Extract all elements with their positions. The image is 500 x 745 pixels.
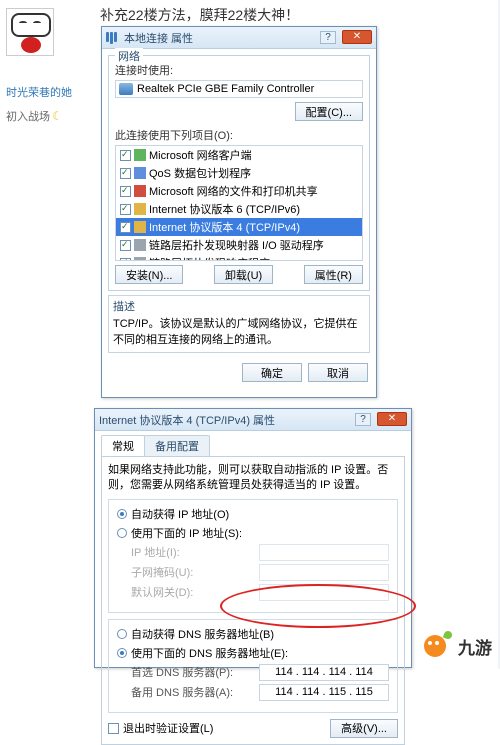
tab-network[interactable]: 网络 — [115, 48, 143, 64]
share-icon — [134, 185, 146, 197]
close-icon[interactable]: ✕ — [377, 412, 407, 426]
help-icon[interactable]: ? — [320, 31, 336, 44]
dlg2-title: Internet 协议版本 4 (TCP/IPv4) 属性 — [99, 412, 275, 428]
checkbox-icon[interactable] — [120, 240, 131, 251]
gateway-label: 默认网关(D): — [131, 584, 193, 600]
uninstall-button[interactable]: 卸载(U) — [214, 265, 273, 284]
ipv4-properties-dialog: Internet 协议版本 4 (TCP/IPv4) 属性 ? ✕ 常规 备用配… — [94, 408, 412, 668]
tab-general[interactable]: 常规 — [101, 435, 145, 456]
manual-dns-radio[interactable]: 使用下面的 DNS 服务器地址(E): — [117, 645, 389, 661]
tab-alternate[interactable]: 备用配置 — [144, 435, 210, 456]
connect-label: 连接时使用: — [115, 62, 363, 78]
list-item[interactable]: Internet 协议版本 6 (TCP/IPv6) — [116, 200, 362, 218]
list-item[interactable]: 链路层拓扑发现响应程序 — [116, 254, 362, 261]
radio-icon[interactable] — [117, 648, 127, 658]
ipv6-icon — [134, 203, 146, 215]
desc-title: 描述 — [113, 300, 365, 315]
ip-addr-field — [259, 544, 389, 561]
lltd-icon — [134, 257, 146, 261]
checkbox-icon[interactable] — [120, 150, 131, 161]
description-box: 描述 TCP/IP。该协议是默认的广域网络协议，它提供在不同的相互连接的网络上的… — [108, 295, 370, 353]
list-item[interactable]: 链路层拓扑发现映射器 I/O 驱动程序 — [116, 236, 362, 254]
connection-icon — [106, 32, 120, 44]
help-icon[interactable]: ? — [355, 413, 371, 426]
install-button[interactable]: 安装(N)... — [115, 265, 183, 284]
list-item[interactable]: Microsoft 网络的文件和打印机共享 — [116, 182, 362, 200]
device-name: Realtek PCIe GBE Family Controller — [137, 83, 314, 95]
radio-icon[interactable] — [117, 509, 127, 519]
username-link[interactable]: 时光荣巷的她 — [6, 84, 86, 100]
lltd-icon — [134, 239, 146, 251]
checkbox-icon[interactable] — [120, 186, 131, 197]
ipv4-icon — [134, 221, 146, 233]
subnet-field — [259, 564, 389, 581]
local-connection-dialog: 本地连接 属性 ? ✕ 网络 连接时使用: Realtek PCIe GBE F… — [101, 26, 377, 398]
cancel-button[interactable]: 取消 — [308, 363, 368, 382]
moon-icon: ☾ — [52, 109, 63, 123]
ip-addr-label: IP 地址(I): — [131, 544, 180, 560]
dns1-label: 首选 DNS 服务器(P): — [131, 664, 233, 680]
checkbox-icon[interactable] — [120, 258, 131, 262]
watermark-text: 九游 — [458, 634, 492, 659]
dlg1-titlebar[interactable]: 本地连接 属性 ? ✕ — [102, 27, 376, 49]
protocol-list[interactable]: Microsoft 网络客户端 QoS 数据包计划程序 Microsoft 网络… — [115, 145, 363, 261]
manual-ip-radio[interactable]: 使用下面的 IP 地址(S): — [117, 525, 389, 541]
checkbox-icon[interactable] — [120, 168, 131, 179]
watermark: 九游 — [424, 631, 492, 661]
auto-dns-radio[interactable]: 自动获得 DNS 服务器地址(B) — [117, 626, 389, 642]
post-headline: 补充22楼方法，膜拜22楼大神！ — [100, 5, 299, 25]
desc-text: TCP/IP。该协议是默认的广域网络协议，它提供在不同的相互连接的网络上的通讯。 — [113, 317, 365, 348]
advanced-button[interactable]: 高级(V)... — [330, 719, 398, 738]
dns2-field[interactable]: 114 . 114 . 115 . 115 — [259, 684, 389, 701]
dns1-field[interactable]: 114 . 114 . 114 . 114 — [259, 664, 389, 681]
client-icon — [134, 149, 146, 161]
mascot-icon — [424, 631, 454, 661]
list-item-selected[interactable]: Internet 协议版本 4 (TCP/IPv4) — [116, 218, 362, 236]
dlg1-title: 本地连接 属性 — [124, 30, 193, 46]
validate-checkbox[interactable]: 退出时验证设置(L) — [108, 720, 213, 736]
configure-button[interactable]: 配置(C)... — [295, 102, 363, 121]
list-item[interactable]: QoS 数据包计划程序 — [116, 164, 362, 182]
nic-icon — [119, 83, 133, 95]
dns2-label: 备用 DNS 服务器(A): — [131, 684, 233, 700]
radio-icon[interactable] — [117, 528, 127, 538]
dlg2-titlebar[interactable]: Internet 协议版本 4 (TCP/IPv4) 属性 ? ✕ — [95, 409, 411, 431]
device-field[interactable]: Realtek PCIe GBE Family Controller — [115, 80, 363, 98]
uses-label: 此连接使用下列项目(O): — [115, 127, 363, 143]
properties-button[interactable]: 属性(R) — [304, 265, 363, 284]
radio-icon[interactable] — [117, 629, 127, 639]
avatar[interactable] — [6, 8, 54, 56]
auto-ip-radio[interactable]: 自动获得 IP 地址(O) — [117, 506, 389, 522]
subnet-label: 子网掩码(U): — [131, 564, 193, 580]
ok-button[interactable]: 确定 — [242, 363, 302, 382]
info-text: 如果网络支持此功能，则可以获取自动指派的 IP 设置。否则，您需要从网络系统管理… — [108, 463, 398, 493]
ip-group: 自动获得 IP 地址(O) 使用下面的 IP 地址(S): IP 地址(I): … — [108, 499, 398, 613]
user-rank: 初入战场 — [6, 108, 50, 124]
dns-group: 自动获得 DNS 服务器地址(B) 使用下面的 DNS 服务器地址(E): 首选… — [108, 619, 398, 713]
gateway-field — [259, 584, 389, 601]
checkbox-icon[interactable] — [108, 723, 119, 734]
checkbox-icon[interactable] — [120, 204, 131, 215]
list-item[interactable]: Microsoft 网络客户端 — [116, 146, 362, 164]
close-icon[interactable]: ✕ — [342, 30, 372, 44]
checkbox-icon[interactable] — [120, 222, 131, 233]
qos-icon — [134, 167, 146, 179]
